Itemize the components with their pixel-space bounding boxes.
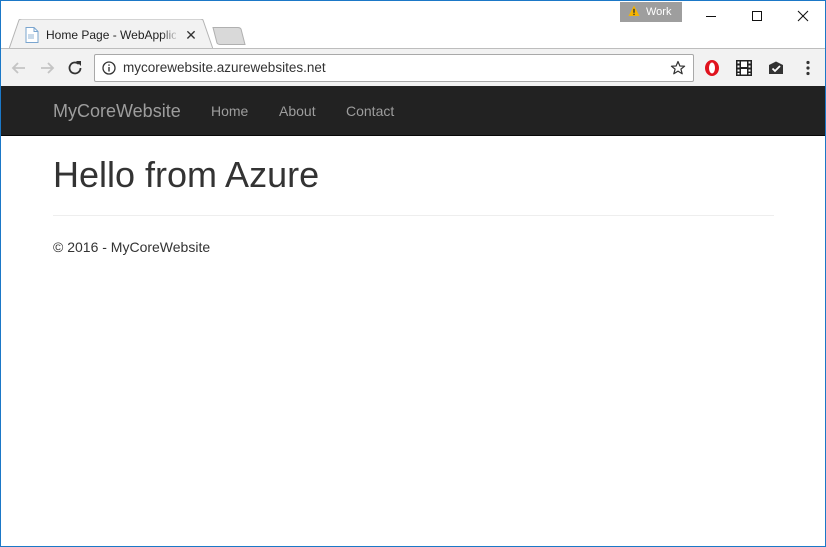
tab-close-icon[interactable]: ✕ xyxy=(184,28,198,42)
warning-icon xyxy=(628,5,640,16)
maximize-button[interactable] xyxy=(734,1,780,31)
footer-divider xyxy=(53,215,774,216)
site-brand-link[interactable]: MyCoreWebsite xyxy=(53,86,181,136)
site-navbar: MyCoreWebsite Home About Contact xyxy=(1,86,825,136)
forward-arrow-icon[interactable] xyxy=(37,58,57,78)
address-bar[interactable]: mycorewebsite.azurewebsites.net xyxy=(94,54,694,82)
back-arrow-icon[interactable] xyxy=(9,58,29,78)
nav-link-contact[interactable]: Contact xyxy=(346,86,394,136)
maximize-icon xyxy=(752,11,762,21)
nav-link-home[interactable]: Home xyxy=(211,86,248,136)
kebab-menu-icon[interactable] xyxy=(798,58,818,78)
new-tab-button[interactable] xyxy=(212,27,246,45)
star-icon[interactable] xyxy=(670,60,686,76)
reload-icon[interactable] xyxy=(65,58,85,78)
minimize-icon xyxy=(706,16,716,17)
opera-icon[interactable] xyxy=(702,58,722,78)
footer-copyright: © 2016 - MyCoreWebsite xyxy=(53,239,211,255)
profile-label: Work xyxy=(646,6,672,18)
tab-title: Home Page - WebApplication xyxy=(46,28,176,42)
page-favicon-icon xyxy=(25,27,39,43)
nav-link-about[interactable]: About xyxy=(279,86,316,136)
close-icon xyxy=(797,10,809,22)
profile-badge[interactable]: Work xyxy=(620,2,682,22)
mail-check-icon[interactable] xyxy=(766,58,786,78)
browser-window: Home Page - WebApplication ✕ Work xyxy=(0,0,826,547)
page-heading: Hello from Azure xyxy=(53,154,320,195)
minimize-button[interactable] xyxy=(688,1,734,31)
url-text[interactable]: mycorewebsite.azurewebsites.net xyxy=(123,55,326,81)
browser-toolbar: mycorewebsite.azurewebsites.net xyxy=(1,48,825,86)
close-window-button[interactable] xyxy=(780,1,825,31)
info-icon[interactable] xyxy=(102,61,116,75)
film-icon[interactable] xyxy=(734,58,754,78)
tab-title-fade xyxy=(161,27,179,43)
title-bar: Home Page - WebApplication ✕ Work xyxy=(1,1,825,49)
